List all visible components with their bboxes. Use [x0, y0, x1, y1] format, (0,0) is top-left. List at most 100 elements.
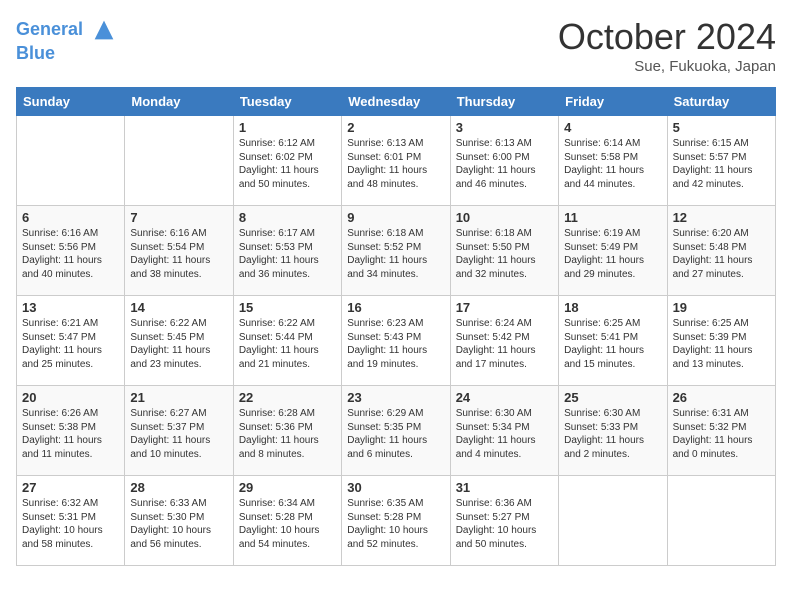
logo-general: General	[16, 19, 83, 39]
weekday-header: Wednesday	[342, 88, 450, 116]
day-info: Sunrise: 6:36 AM Sunset: 5:27 PM Dayligh…	[456, 497, 553, 551]
day-number: 4	[564, 120, 661, 135]
day-number: 23	[347, 390, 444, 405]
calendar-day-cell: 18Sunrise: 6:25 AM Sunset: 5:41 PM Dayli…	[559, 296, 667, 386]
calendar-day-cell: 4 Sunrise: 6:14 AM Sunset: 5:58 PM Daylig…	[559, 116, 667, 206]
location: Sue, Fukuoka, Japan	[558, 58, 776, 75]
calendar-day-cell: 23Sunrise: 6:29 AM Sunset: 5:35 PM Dayli…	[342, 386, 450, 476]
calendar-day-cell: 3Sunrise: 6:13 AM Sunset: 6:00 PM Daylig…	[450, 116, 558, 206]
day-number: 20	[22, 390, 119, 405]
day-number: 27	[22, 480, 119, 495]
calendar-day-cell: 27 Sunrise: 6:32 AM Sunset: 5:31 PM Dayli…	[17, 476, 125, 566]
weekday-header: Sunday	[17, 88, 125, 116]
logo-icon	[90, 16, 118, 44]
calendar-day-cell: 19 Sunrise: 6:25 AM Sunset: 5:39 PM Dayli…	[667, 296, 775, 386]
day-info: Sunrise: 6:23 AM Sunset: 5:43 PM Dayligh…	[347, 317, 444, 371]
logo-blue: Blue	[16, 43, 55, 63]
calendar-day-cell: 26Sunrise: 6:31 AM Sunset: 5:32 PM Dayli…	[667, 386, 775, 476]
calendar-week-row: 20 Sunrise: 6:26 AM Sunset: 5:38 PM Dayli…	[17, 386, 776, 476]
day-number: 17	[456, 300, 553, 315]
day-info: Sunrise: 6:19 AM Sunset: 5:49 PM Dayligh…	[564, 227, 661, 281]
day-info: Sunrise: 6:18 AM Sunset: 5:50 PM Dayligh…	[456, 227, 553, 281]
calendar-week-row: 1 Sunrise: 6:12 AM Sunset: 6:02 PM Daylig…	[17, 116, 776, 206]
day-number: 24	[456, 390, 553, 405]
day-number: 29	[239, 480, 336, 495]
day-info: Sunrise: 6:35 AM Sunset: 5:28 PM Dayligh…	[347, 497, 444, 551]
calendar-day-cell: 28Sunrise: 6:33 AM Sunset: 5:30 PM Dayli…	[125, 476, 233, 566]
day-number: 8	[239, 210, 336, 225]
calendar-day-cell: 17 Sunrise: 6:24 AM Sunset: 5:42 PM Dayli…	[450, 296, 558, 386]
calendar-day-cell: 20 Sunrise: 6:26 AM Sunset: 5:38 PM Dayli…	[17, 386, 125, 476]
day-info: Sunrise: 6:21 AM Sunset: 5:47 PM Dayligh…	[22, 317, 119, 371]
day-number: 6	[22, 210, 119, 225]
calendar-week-row: 27 Sunrise: 6:32 AM Sunset: 5:31 PM Dayli…	[17, 476, 776, 566]
calendar-day-cell	[559, 476, 667, 566]
logo-text: General Blue	[16, 16, 118, 64]
calendar-day-cell: 7 Sunrise: 6:16 AM Sunset: 5:54 PM Daylig…	[125, 206, 233, 296]
calendar-day-cell	[125, 116, 233, 206]
calendar-week-row: 6 Sunrise: 6:16 AM Sunset: 5:56 PM Daylig…	[17, 206, 776, 296]
calendar-day-cell: 25 Sunrise: 6:30 AM Sunset: 5:33 PM Dayli…	[559, 386, 667, 476]
day-info: Sunrise: 6:13 AM Sunset: 6:00 PM Dayligh…	[456, 137, 553, 191]
day-info: Sunrise: 6:17 AM Sunset: 5:53 PM Dayligh…	[239, 227, 336, 281]
calendar-day-cell: 14 Sunrise: 6:22 AM Sunset: 5:45 PM Dayli…	[125, 296, 233, 386]
day-info: Sunrise: 6:22 AM Sunset: 5:44 PM Dayligh…	[239, 317, 336, 371]
calendar-day-cell: 9 Sunrise: 6:18 AM Sunset: 5:52 PM Daylig…	[342, 206, 450, 296]
day-info: Sunrise: 6:15 AM Sunset: 5:57 PM Dayligh…	[673, 137, 770, 191]
weekday-header: Thursday	[450, 88, 558, 116]
calendar-day-cell: 24Sunrise: 6:30 AM Sunset: 5:34 PM Dayli…	[450, 386, 558, 476]
day-number: 21	[130, 390, 227, 405]
day-number: 16	[347, 300, 444, 315]
day-number: 10	[456, 210, 553, 225]
day-number: 12	[673, 210, 770, 225]
calendar-day-cell: 30Sunrise: 6:35 AM Sunset: 5:28 PM Dayli…	[342, 476, 450, 566]
day-info: Sunrise: 6:26 AM Sunset: 5:38 PM Dayligh…	[22, 407, 119, 461]
day-number: 5	[673, 120, 770, 135]
calendar-day-cell: 22Sunrise: 6:28 AM Sunset: 5:36 PM Dayli…	[233, 386, 341, 476]
calendar-day-cell: 15 Sunrise: 6:22 AM Sunset: 5:44 PM Dayli…	[233, 296, 341, 386]
day-info: Sunrise: 6:32 AM Sunset: 5:31 PM Dayligh…	[22, 497, 119, 551]
day-info: Sunrise: 6:16 AM Sunset: 5:54 PM Dayligh…	[130, 227, 227, 281]
calendar-day-cell: 8 Sunrise: 6:17 AM Sunset: 5:53 PM Daylig…	[233, 206, 341, 296]
calendar-day-cell: 29 Sunrise: 6:34 AM Sunset: 5:28 PM Dayli…	[233, 476, 341, 566]
day-number: 7	[130, 210, 227, 225]
calendar-day-cell: 31 Sunrise: 6:36 AM Sunset: 5:27 PM Dayli…	[450, 476, 558, 566]
calendar-day-cell	[667, 476, 775, 566]
day-info: Sunrise: 6:22 AM Sunset: 5:45 PM Dayligh…	[130, 317, 227, 371]
day-info: Sunrise: 6:16 AM Sunset: 5:56 PM Dayligh…	[22, 227, 119, 281]
day-info: Sunrise: 6:28 AM Sunset: 5:36 PM Dayligh…	[239, 407, 336, 461]
calendar-day-cell: 12 Sunrise: 6:20 AM Sunset: 5:48 PM Dayli…	[667, 206, 775, 296]
weekday-header-row: SundayMondayTuesdayWednesdayThursdayFrid…	[17, 88, 776, 116]
calendar-day-cell: 16 Sunrise: 6:23 AM Sunset: 5:43 PM Dayli…	[342, 296, 450, 386]
day-info: Sunrise: 6:27 AM Sunset: 5:37 PM Dayligh…	[130, 407, 227, 461]
day-number: 15	[239, 300, 336, 315]
day-info: Sunrise: 6:31 AM Sunset: 5:32 PM Dayligh…	[673, 407, 770, 461]
day-info: Sunrise: 6:12 AM Sunset: 6:02 PM Dayligh…	[239, 137, 336, 191]
day-info: Sunrise: 6:30 AM Sunset: 5:33 PM Dayligh…	[564, 407, 661, 461]
day-number: 25	[564, 390, 661, 405]
day-number: 31	[456, 480, 553, 495]
day-number: 13	[22, 300, 119, 315]
day-number: 19	[673, 300, 770, 315]
day-info: Sunrise: 6:18 AM Sunset: 5:52 PM Dayligh…	[347, 227, 444, 281]
day-info: Sunrise: 6:25 AM Sunset: 5:39 PM Dayligh…	[673, 317, 770, 371]
day-info: Sunrise: 6:14 AM Sunset: 5:58 PM Dayligh…	[564, 137, 661, 191]
calendar-day-cell: 13 Sunrise: 6:21 AM Sunset: 5:47 PM Dayli…	[17, 296, 125, 386]
calendar-day-cell: 11 Sunrise: 6:19 AM Sunset: 5:49 PM Dayli…	[559, 206, 667, 296]
calendar-day-cell: 6 Sunrise: 6:16 AM Sunset: 5:56 PM Daylig…	[17, 206, 125, 296]
calendar-table: SundayMondayTuesdayWednesdayThursdayFrid…	[16, 87, 776, 566]
weekday-header: Saturday	[667, 88, 775, 116]
calendar-week-row: 13 Sunrise: 6:21 AM Sunset: 5:47 PM Dayli…	[17, 296, 776, 386]
day-info: Sunrise: 6:20 AM Sunset: 5:48 PM Dayligh…	[673, 227, 770, 281]
day-number: 1	[239, 120, 336, 135]
day-number: 11	[564, 210, 661, 225]
day-info: Sunrise: 6:24 AM Sunset: 5:42 PM Dayligh…	[456, 317, 553, 371]
day-info: Sunrise: 6:34 AM Sunset: 5:28 PM Dayligh…	[239, 497, 336, 551]
day-number: 9	[347, 210, 444, 225]
calendar-day-cell: 21 Sunrise: 6:27 AM Sunset: 5:37 PM Dayli…	[125, 386, 233, 476]
calendar-day-cell: 2Sunrise: 6:13 AM Sunset: 6:01 PM Daylig…	[342, 116, 450, 206]
calendar-day-cell	[17, 116, 125, 206]
logo: General Blue	[16, 16, 118, 64]
day-number: 14	[130, 300, 227, 315]
weekday-header: Friday	[559, 88, 667, 116]
